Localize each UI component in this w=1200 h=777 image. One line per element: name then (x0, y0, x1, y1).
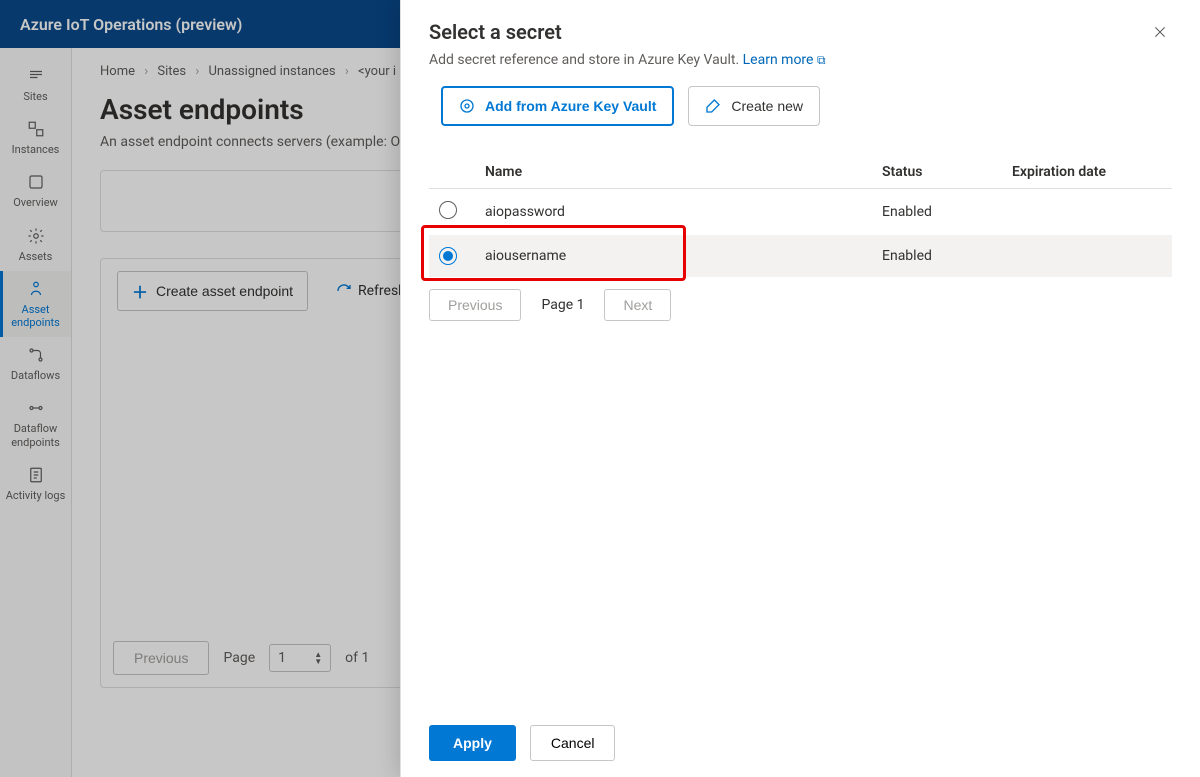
create-endpoint-button[interactable]: ＋ Create asset endpoint (117, 271, 308, 311)
endpoint-icon (26, 279, 46, 299)
breadcrumb-sites[interactable]: Sites (157, 64, 186, 79)
nav-item-activity-logs[interactable]: Activity logs (0, 457, 71, 510)
secrets-pagination: Previous Page 1 Next (401, 277, 1200, 333)
refresh-button[interactable]: Refresh (336, 283, 406, 299)
assets-icon (26, 226, 46, 246)
nav-item-sites[interactable]: Sites (0, 58, 71, 111)
nav-item-asset-endpoints[interactable]: Asset endpoints (0, 271, 71, 337)
refresh-label: Refresh (358, 283, 406, 299)
secret-name: aiopassword (475, 189, 872, 236)
drawer-title: Select a secret (429, 20, 562, 44)
overview-icon (26, 172, 46, 192)
page-of-label: of 1 (345, 650, 369, 666)
create-new-label: Create new (731, 98, 803, 114)
map-icon (26, 66, 46, 86)
refresh-icon (336, 283, 352, 299)
drawer-subtitle: Add secret reference and store in Azure … (429, 52, 1172, 68)
secrets-table: Name Status Expiration date aiopassword … (401, 136, 1200, 277)
create-new-secret-button[interactable]: Create new (688, 86, 820, 126)
apply-button[interactable]: Apply (429, 725, 516, 761)
add-from-keyvault-label: Add from Azure Key Vault (485, 98, 656, 114)
drawer-footer: Apply Cancel (401, 708, 1200, 777)
nav-item-label: Activity logs (6, 489, 66, 502)
nav-item-label: Dataflow endpoints (4, 422, 67, 448)
chevron-right-icon: › (195, 64, 199, 79)
page-number-value: 1 (278, 650, 286, 666)
nav-item-label: Instances (12, 143, 60, 156)
secret-status: Enabled (872, 189, 1002, 236)
nav-item-label: Overview (13, 196, 58, 209)
create-endpoint-label: Create asset endpoint (156, 283, 293, 299)
add-from-keyvault-button[interactable]: Add from Azure Key Vault (441, 86, 674, 126)
learn-more-text: Learn more (743, 52, 814, 68)
cancel-button[interactable]: Cancel (530, 725, 616, 761)
secrets-page-current: Page 1 (531, 297, 594, 313)
keyvault-icon (459, 98, 475, 114)
nav-item-dataflow-endpoints[interactable]: Dataflow endpoints (0, 390, 71, 456)
nav-item-assets[interactable]: Assets (0, 218, 71, 271)
secrets-next-button[interactable]: Next (604, 289, 671, 321)
stepper-icon[interactable]: ▲▼ (314, 651, 322, 665)
secret-name: aiousername (475, 235, 872, 277)
create-icon (705, 98, 721, 114)
chevron-right-icon: › (144, 64, 148, 79)
close-icon (1152, 24, 1168, 40)
secret-expiration (1002, 235, 1172, 277)
drawer-subtitle-text: Add secret reference and store in Azure … (429, 52, 739, 68)
flow-endpoint-icon (26, 398, 46, 418)
secrets-prev-button[interactable]: Previous (429, 289, 521, 321)
nav-item-dataflows[interactable]: Dataflows (0, 337, 71, 390)
nav-item-label: Dataflows (11, 369, 60, 382)
nav-item-label: Assets (19, 250, 53, 263)
secret-status: Enabled (872, 235, 1002, 277)
secret-row[interactable]: aiousername Enabled (429, 235, 1172, 277)
breadcrumb-current: <your i (358, 64, 396, 79)
learn-more-link[interactable]: Learn more ⧉ (743, 52, 826, 68)
chevron-right-icon: › (345, 64, 349, 79)
logs-icon (26, 465, 46, 485)
close-button[interactable] (1148, 20, 1172, 48)
plus-icon: ＋ (132, 279, 148, 303)
nav-item-overview[interactable]: Overview (0, 164, 71, 217)
radio-button[interactable] (439, 247, 457, 265)
secret-expiration (1002, 189, 1172, 236)
nav-item-label: Sites (23, 90, 47, 103)
page-number-input[interactable]: 1 ▲▼ (269, 644, 331, 672)
nav-item-label: Asset endpoints (4, 303, 67, 329)
page-prev-button[interactable]: Previous (113, 641, 209, 675)
page-label: Page (223, 650, 255, 666)
external-link-icon: ⧉ (817, 53, 826, 67)
left-nav: Sites Instances Overview Assets Asset en… (0, 48, 72, 777)
flow-icon (26, 345, 46, 365)
nav-item-instances[interactable]: Instances (0, 111, 71, 164)
select-secret-drawer: Select a secret Add secret reference and… (400, 0, 1200, 777)
radio-button[interactable] (439, 201, 457, 219)
breadcrumb-home[interactable]: Home (100, 64, 135, 79)
instances-icon (26, 119, 46, 139)
app-title: Azure IoT Operations (preview) (20, 15, 242, 34)
breadcrumb-unassigned[interactable]: Unassigned instances (208, 64, 335, 79)
col-expiration: Expiration date (1002, 156, 1172, 189)
secret-row[interactable]: aiopassword Enabled (429, 189, 1172, 236)
col-status: Status (872, 156, 1002, 189)
col-name: Name (475, 156, 872, 189)
